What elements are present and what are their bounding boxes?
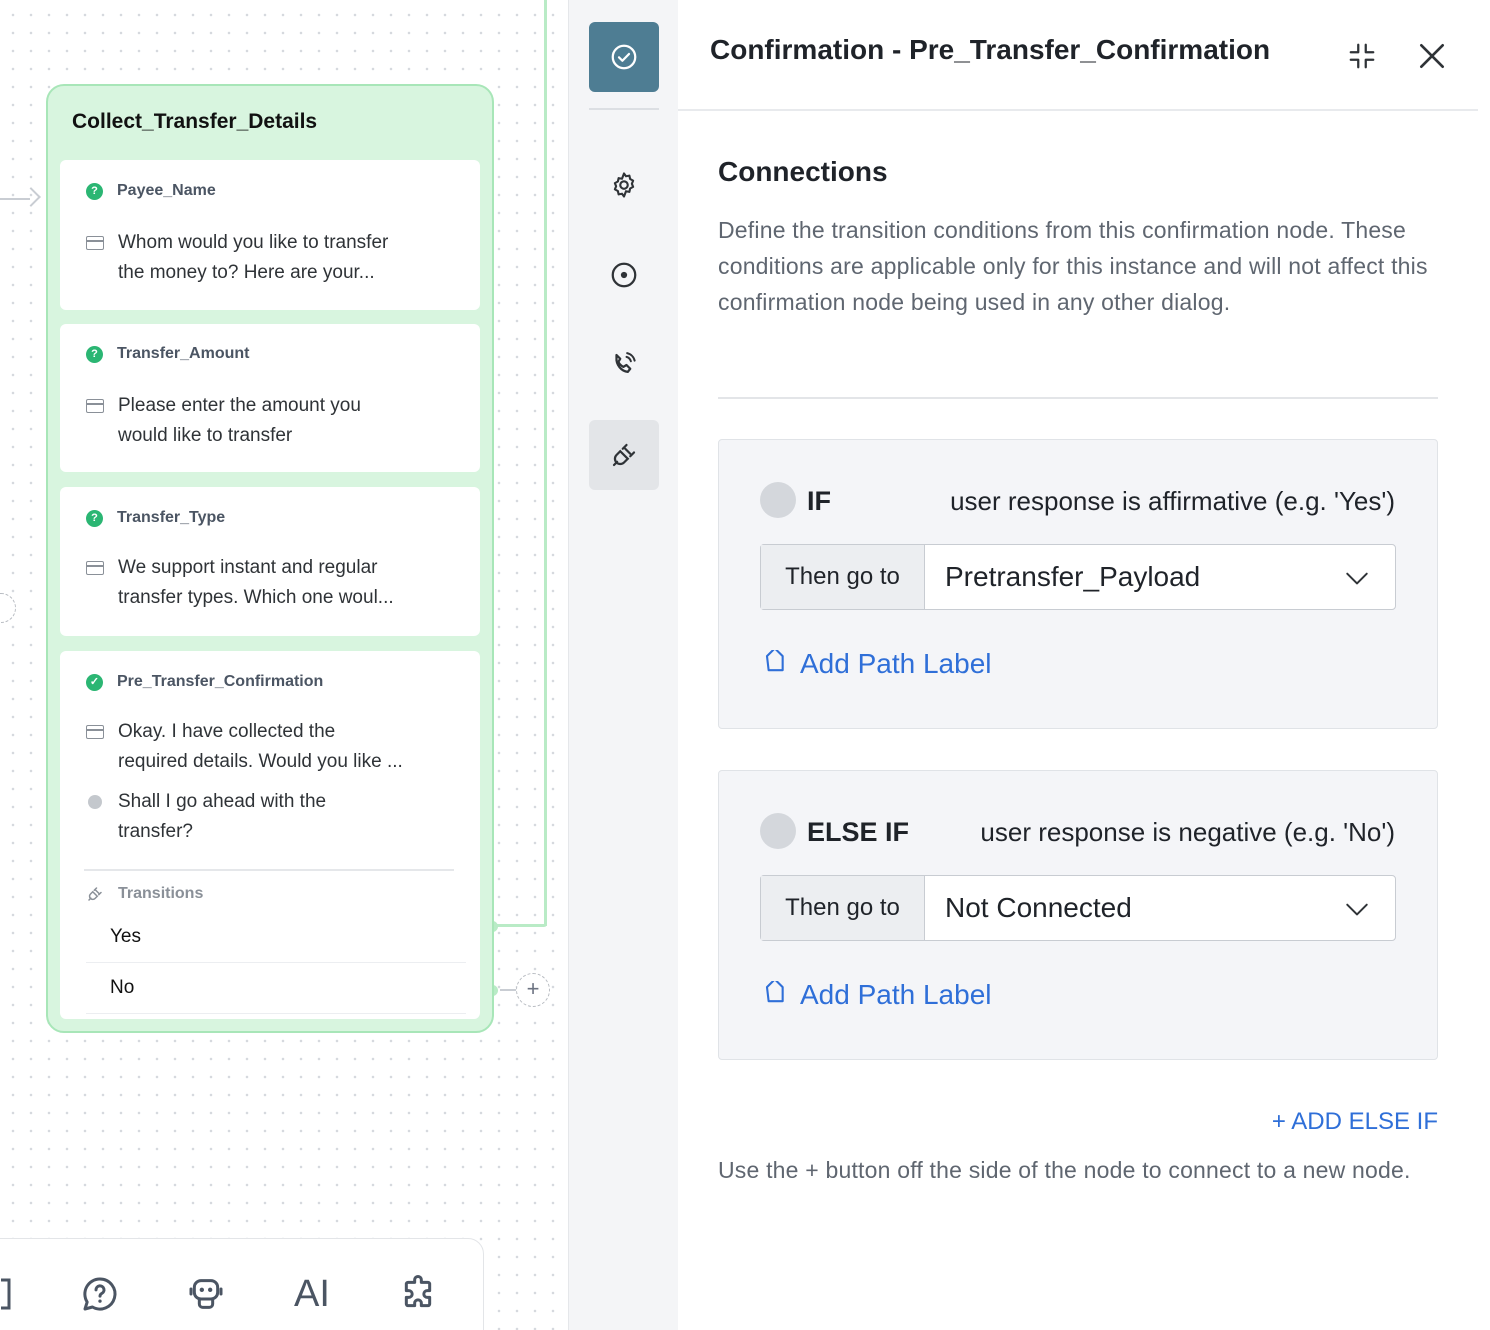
outgoing-connection-line	[544, 0, 547, 926]
chat-question-icon[interactable]	[78, 1272, 122, 1316]
tag-icon	[765, 981, 784, 1003]
puzzle-icon[interactable]	[396, 1272, 440, 1316]
voice-message-line: transfer?	[118, 821, 193, 842]
goto-selected-value: Not Connected	[945, 892, 1132, 923]
add-node-button[interactable]: +	[516, 973, 550, 1007]
question-icon: ?	[86, 182, 103, 200]
properties-panel: Confirmation - Pre_Transfer_Confirmation…	[678, 0, 1490, 1330]
section-divider	[718, 397, 1438, 399]
card-divider	[84, 869, 454, 871]
add-path-label-text: Add Path Label	[800, 648, 992, 679]
rail-target-button[interactable]	[589, 240, 659, 310]
step-message-line: the money to? Here are your...	[118, 262, 375, 283]
step-name: Payee_Name	[117, 182, 216, 199]
step-card-transfer-type[interactable]: ? Transfer_Type We support instant and r…	[60, 487, 480, 636]
check-circle-icon	[611, 44, 637, 70]
rail-voice-button[interactable]	[589, 330, 659, 400]
node-title: Collect_Transfer_Details	[72, 110, 318, 133]
rail-connections-button[interactable]	[589, 420, 659, 490]
goto-value[interactable]: Pretransfer_Payload	[925, 545, 1395, 609]
ai-label: AI	[294, 1272, 330, 1315]
step-message-line: Please enter the amount you	[118, 395, 361, 416]
plug-icon	[612, 443, 636, 467]
add-else-if-button[interactable]: + ADD ELSE IF	[1272, 1108, 1438, 1136]
add-path-label-button[interactable]: Add Path Label	[760, 979, 992, 1011]
step-name: Transfer_Amount	[117, 345, 250, 362]
step-message-line: Okay. I have collected the	[118, 721, 336, 742]
question-icon: ?	[86, 509, 103, 527]
goto-selected-value: Pretransfer_Payload	[945, 561, 1201, 592]
goto-value[interactable]: Not Connected	[925, 876, 1395, 940]
condition-text: user response is affirmative (e.g. 'Yes'…	[950, 486, 1395, 516]
condition-if: IF user response is affirmative (e.g. 'Y…	[718, 439, 1438, 729]
step-name: Transfer_Type	[117, 509, 226, 526]
message-icon	[86, 725, 104, 739]
target-icon	[611, 262, 637, 288]
section-description: Define the transition conditions from th…	[718, 217, 1428, 315]
transition-divider	[86, 962, 466, 963]
add-path-label-button[interactable]: Add Path Label	[760, 648, 992, 680]
dialog-node[interactable]: Collect_Transfer_Details ? Payee_Name Wh…	[46, 84, 494, 1033]
yes-connection-line	[494, 924, 547, 927]
step-name: Pre_Transfer_Confirmation	[117, 673, 324, 690]
goto-label: Then go to	[761, 545, 925, 609]
flow-canvas[interactable]: + Collect_Transfer_Details ? Payee_Name …	[0, 0, 568, 1330]
transition-no[interactable]: No	[110, 977, 134, 999]
rail-confirmation-button[interactable]	[589, 22, 659, 92]
collapse-icon	[1349, 43, 1375, 69]
goto-select[interactable]: Then go to Not Connected	[760, 875, 1396, 941]
step-message-line: required details. Would you like ...	[118, 751, 403, 772]
add-path-label-text: Add Path Label	[800, 979, 992, 1010]
message-icon	[86, 561, 104, 575]
voice-message-line: Shall I go ahead with the	[118, 791, 327, 812]
transitions-label: Transitions	[118, 885, 204, 902]
step-message-line: Whom would you like to transfer	[118, 232, 389, 253]
header-divider	[678, 109, 1478, 111]
gear-icon	[613, 172, 635, 198]
footer-note: Use the + button off the side of the nod…	[718, 1157, 1411, 1183]
plug-icon	[88, 887, 102, 901]
condition-keyword: ELSE IF	[807, 817, 910, 847]
voice-icon	[88, 795, 102, 809]
panel-title: Confirmation - Pre_Transfer_Confirmation	[710, 34, 1271, 65]
step-message-line: transfer types. Which one woul...	[118, 587, 394, 608]
step-card-pre-transfer-confirmation[interactable]: ✓ Pre_Transfer_Confirmation Okay. I have…	[60, 651, 480, 1019]
no-connection-stub	[500, 989, 516, 991]
transition-yes[interactable]: Yes	[110, 926, 141, 948]
condition-radio[interactable]	[760, 482, 796, 518]
chevron-down-icon	[1346, 903, 1368, 916]
condition-text: user response is negative (e.g. 'No')	[980, 817, 1395, 847]
goto-label: Then go to	[761, 876, 925, 940]
transition-divider	[86, 1013, 466, 1014]
condition-keyword: IF	[807, 486, 831, 516]
check-circle-icon: ✓	[86, 673, 103, 691]
condition-radio[interactable]	[760, 813, 796, 849]
step-card-transfer-amount[interactable]: ? Transfer_Amount Please enter the amoun…	[60, 324, 480, 472]
rail-divider	[589, 108, 659, 110]
add-node-button-left[interactable]	[0, 593, 16, 623]
close-button[interactable]	[1412, 36, 1452, 76]
incoming-connection-line	[0, 198, 30, 498]
tag-icon	[765, 650, 784, 672]
bot-icon[interactable]	[184, 1272, 228, 1316]
step-message-line: would like to transfer	[118, 425, 293, 446]
message-icon	[86, 399, 104, 413]
rail-settings-button[interactable]	[589, 150, 659, 220]
panel-icon-rail	[568, 0, 678, 1330]
step-card-payee-name[interactable]: ? Payee_Name Whom would you like to tran…	[60, 160, 480, 310]
condition-else-if: ELSE IF user response is negative (e.g. …	[718, 770, 1438, 1060]
goto-select[interactable]: Then go to Pretransfer_Payload	[760, 544, 1396, 610]
collapse-button[interactable]	[1342, 36, 1382, 76]
phone-voice-icon	[615, 352, 636, 373]
step-message-line: We support instant and regular	[118, 557, 378, 578]
partial-toolbar-icon[interactable]	[0, 1272, 32, 1316]
message-icon	[86, 236, 104, 250]
close-icon	[1420, 44, 1444, 68]
section-title: Connections	[718, 156, 888, 187]
chevron-down-icon	[1346, 572, 1368, 585]
ai-button[interactable]: AI	[290, 1272, 334, 1316]
question-icon: ?	[86, 345, 103, 363]
